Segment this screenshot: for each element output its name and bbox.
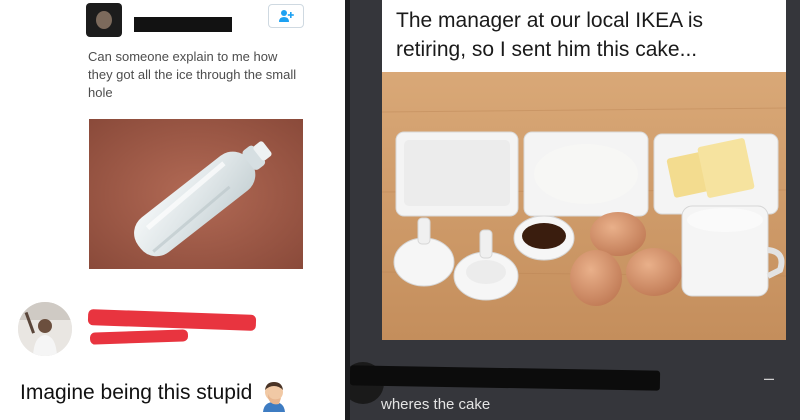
meme-caption: The manager at our local IKEA is retirin… xyxy=(396,9,703,61)
comment-text: wheres the cake xyxy=(381,396,491,413)
man-facepalming-emoji xyxy=(263,382,285,412)
commenter-name-redaction xyxy=(350,365,661,391)
tweet-screenshot-panel: Can someone explain to me how they got a… xyxy=(0,0,345,420)
meme-post-panel: The manager at our local IKEA is retirin… xyxy=(350,0,800,420)
follow-button[interactable] xyxy=(268,4,304,28)
person-plus-icon xyxy=(279,10,294,22)
comment-menu-button[interactable]: – xyxy=(764,368,774,389)
username-redaction xyxy=(134,17,232,32)
reply-text: Imagine being this stupid xyxy=(20,381,253,404)
replier-handle-redaction xyxy=(89,329,189,345)
replier-avatar[interactable] xyxy=(18,302,72,356)
meme-card[interactable]: The manager at our local IKEA is retirin… xyxy=(382,0,786,340)
replier-name-redaction xyxy=(87,309,257,331)
poster-avatar[interactable] xyxy=(86,3,122,37)
cake-ingredients-photo[interactable] xyxy=(382,72,786,340)
frozen-water-bottle-photo[interactable] xyxy=(89,119,303,269)
tweet-text: Can someone explain to me how they got a… xyxy=(88,49,297,100)
